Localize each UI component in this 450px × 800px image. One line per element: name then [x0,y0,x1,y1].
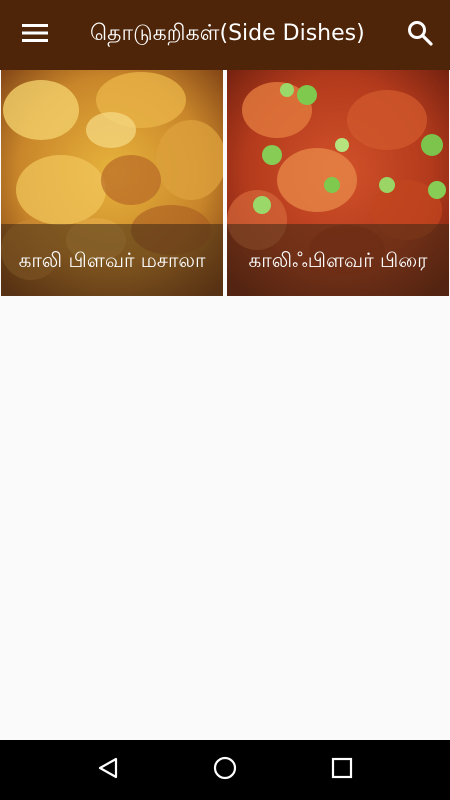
hamburger-menu-icon [22,23,48,47]
menu-button[interactable] [0,0,70,70]
recents-button[interactable] [317,745,367,795]
recipe-grid: காலி பிளவர் மசாலா காலிஃபிளவர் பிரை [0,70,450,296]
recipe-card-cauliflower-masala[interactable]: காலி பிளவர் மசாலா [1,70,223,296]
search-icon [407,20,433,50]
recents-square-icon [331,757,353,783]
back-button[interactable] [83,745,133,795]
search-button[interactable] [390,0,450,70]
home-circle-icon [212,755,238,785]
home-button[interactable] [200,745,250,795]
recipe-title: காலிஃபிளவர் பிரை [227,224,449,296]
app-bar: தொடுகறிகள்(Side Dishes) [0,0,450,70]
back-triangle-icon [96,756,120,784]
page-title: தொடுகறிகள்(Side Dishes) [90,21,365,46]
recipe-card-cauliflower-fry[interactable]: காலிஃபிளவர் பிரை [227,70,449,296]
system-nav-bar [0,740,450,800]
recipe-title: காலி பிளவர் மசாலா [1,224,223,296]
